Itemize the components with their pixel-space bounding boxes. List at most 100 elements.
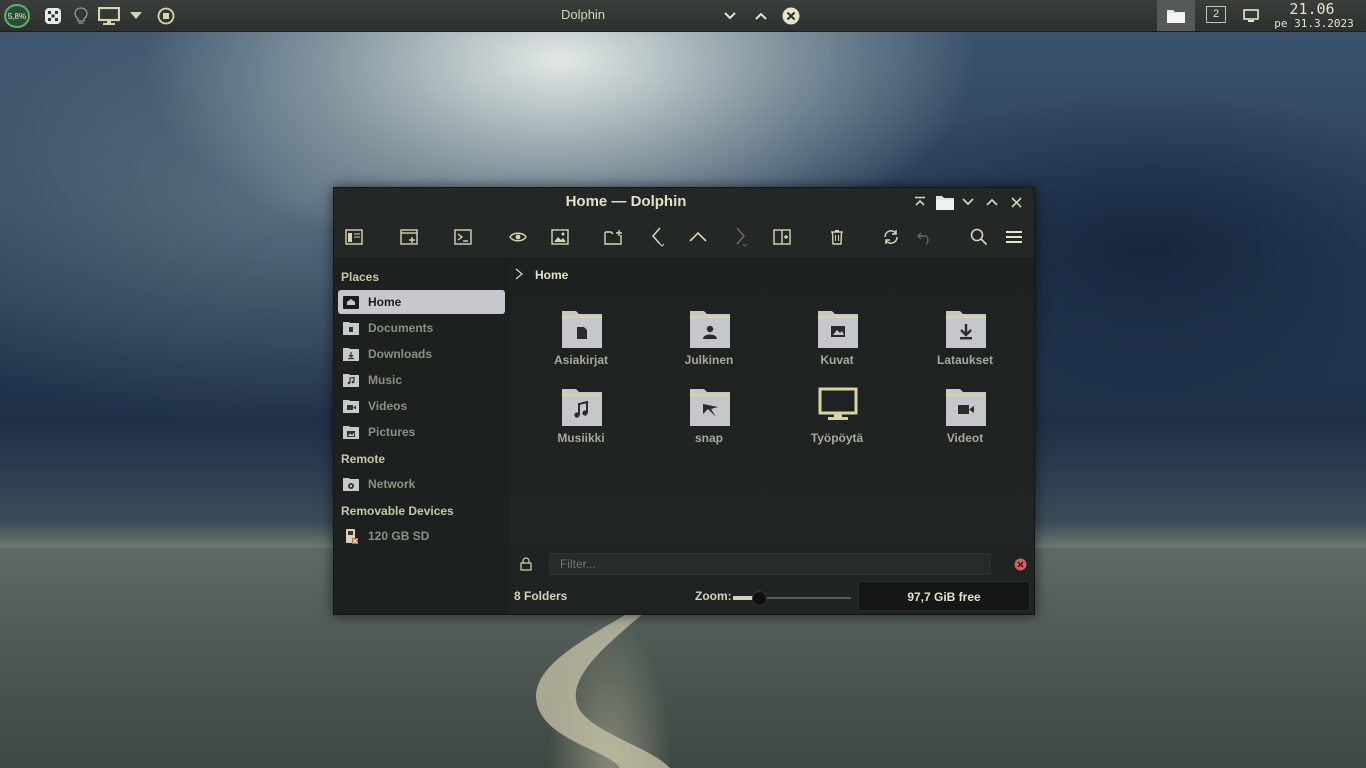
- videos-folder-icon: [946, 389, 986, 426]
- filter-input[interactable]: [549, 553, 991, 575]
- breadcrumb-home[interactable]: Home: [535, 268, 568, 282]
- places-panel: Places Home Documents Downloads Music Vi…: [334, 259, 509, 614]
- close-icon[interactable]: [1006, 192, 1026, 212]
- videos-folder-icon: [343, 400, 359, 413]
- up-icon[interactable]: [686, 225, 710, 249]
- places-item-music[interactable]: Music: [338, 368, 505, 392]
- window-titlebar[interactable]: Home — Dolphin: [334, 188, 1034, 216]
- places-item-documents[interactable]: Documents: [338, 316, 505, 340]
- documents-folder-icon: [343, 322, 359, 335]
- new-window-icon[interactable]: [397, 225, 421, 249]
- file-item-videot[interactable]: Videot: [917, 387, 1013, 457]
- clock-date[interactable]: pe 31.3.2023: [1266, 17, 1362, 30]
- music-folder-icon: [562, 389, 602, 426]
- task-dolphin[interactable]: [1157, 0, 1195, 31]
- lock-icon[interactable]: [520, 557, 532, 571]
- dolphin-window: Home — Dolphin Places Home Documents Dow…: [333, 187, 1035, 615]
- places-item-sd-card[interactable]: 120 GB SD: [338, 524, 505, 548]
- places-item-label: Network: [368, 477, 416, 491]
- free-space-indicator[interactable]: 97,7 GiB free: [858, 581, 1030, 611]
- places-item-pictures[interactable]: Pictures: [338, 420, 505, 444]
- hamburger-menu-icon[interactable]: [1002, 225, 1026, 249]
- close-window-icon[interactable]: [781, 0, 801, 31]
- window-title: Home — Dolphin: [565, 193, 687, 210]
- file-item-asiakirjat[interactable]: Asiakirjat: [533, 309, 629, 379]
- desktop-monitor-icon: [818, 387, 858, 420]
- music-folder-icon: [343, 374, 359, 387]
- active-window-title: Dolphin: [560, 7, 606, 22]
- public-folder-icon: [690, 311, 730, 348]
- places-item-videos[interactable]: Videos: [338, 394, 505, 418]
- folder-icon: [934, 192, 956, 212]
- file-label: Työpöytä: [810, 431, 864, 445]
- preview-eye-icon[interactable]: [506, 225, 530, 249]
- back-icon[interactable]: [645, 225, 669, 249]
- file-label: Videot: [946, 431, 984, 445]
- clock-time[interactable]: 21.06: [1264, 1, 1360, 17]
- documents-folder-icon: [562, 311, 602, 348]
- undo-icon[interactable]: [913, 225, 937, 249]
- forward-icon[interactable]: [728, 225, 752, 249]
- places-item-label: Documents: [368, 321, 434, 335]
- folder-count: 8 Folders: [514, 589, 568, 603]
- maximize-chevron-icon[interactable]: [751, 0, 771, 31]
- places-item-home[interactable]: Home: [338, 290, 505, 314]
- pictures-folder-icon: [818, 311, 858, 348]
- downloads-folder-icon: [946, 311, 986, 348]
- cpu-monitor[interactable]: 5,8%: [4, 4, 30, 28]
- file-item-snap[interactable]: snap: [661, 387, 757, 457]
- file-view: Home Asiakirjat Julkinen Kuvat Lataukset…: [509, 259, 1034, 549]
- screen-icon[interactable]: [1240, 0, 1262, 31]
- file-item-lataukset[interactable]: Lataukset: [917, 309, 1013, 379]
- remote-section-header: Remote: [341, 452, 386, 466]
- filter-bar: [509, 549, 1034, 579]
- chevron-right-icon[interactable]: [514, 268, 524, 280]
- panels-icon[interactable]: [342, 225, 366, 249]
- places-item-network[interactable]: Network: [338, 472, 505, 496]
- reload-icon[interactable]: [879, 225, 903, 249]
- lightbulb-icon[interactable]: [70, 0, 92, 31]
- maximize-icon[interactable]: [982, 192, 1002, 212]
- places-item-label: Music: [368, 373, 403, 387]
- status-bar: 8 Folders Zoom: 97,7 GiB free: [509, 579, 1034, 614]
- file-item-tyopoyta[interactable]: Työpöytä: [789, 387, 885, 457]
- file-label: Lataukset: [936, 353, 994, 367]
- terminal-icon[interactable]: [451, 225, 475, 249]
- wallpaper-path: [536, 612, 670, 768]
- file-item-musiikki[interactable]: Musiikki: [533, 387, 629, 457]
- places-item-label: Videos: [368, 399, 408, 413]
- places-item-label: Downloads: [368, 347, 433, 361]
- zoom-label: Zoom:: [695, 589, 732, 603]
- new-tab-icon[interactable]: [602, 225, 626, 249]
- file-label: Musiikki: [557, 431, 605, 445]
- pictures-folder-icon: [343, 426, 359, 439]
- search-icon[interactable]: [967, 225, 991, 249]
- top-panel: 5,8% Dolphin 2 21.06 pe 31.3.2023: [0, 0, 1366, 32]
- app-launcher-icon[interactable]: [40, 0, 66, 31]
- file-label: Julkinen: [684, 353, 734, 367]
- minimize-icon[interactable]: [958, 192, 978, 212]
- sd-card-icon: [346, 529, 358, 544]
- image-icon[interactable]: [548, 225, 572, 249]
- trash-icon[interactable]: [825, 225, 849, 249]
- file-item-julkinen[interactable]: Julkinen: [661, 309, 757, 379]
- file-label: Asiakirjat: [553, 353, 609, 367]
- places-item-label: 120 GB SD: [368, 529, 430, 543]
- keep-above-icon[interactable]: [910, 192, 930, 212]
- zoom-slider-handle[interactable]: [751, 591, 767, 606]
- virtual-desktop-switcher[interactable]: 2: [1206, 6, 1226, 23]
- minimize-chevron-icon[interactable]: [720, 0, 740, 31]
- snap-folder-icon: [690, 389, 730, 426]
- main-toolbar: [334, 216, 1034, 259]
- record-icon[interactable]: [154, 0, 178, 31]
- home-folder-icon: [343, 296, 359, 309]
- chevron-down-icon[interactable]: [126, 0, 146, 31]
- file-item-kuvat[interactable]: Kuvat: [789, 309, 885, 379]
- places-item-downloads[interactable]: Downloads: [338, 342, 505, 366]
- file-label: snap: [694, 431, 723, 445]
- display-icon[interactable]: [96, 0, 122, 31]
- clear-filter-icon[interactable]: [1014, 558, 1027, 571]
- folder-icon: [1167, 10, 1185, 23]
- file-label: Kuvat: [820, 353, 854, 367]
- split-view-icon[interactable]: [770, 225, 794, 249]
